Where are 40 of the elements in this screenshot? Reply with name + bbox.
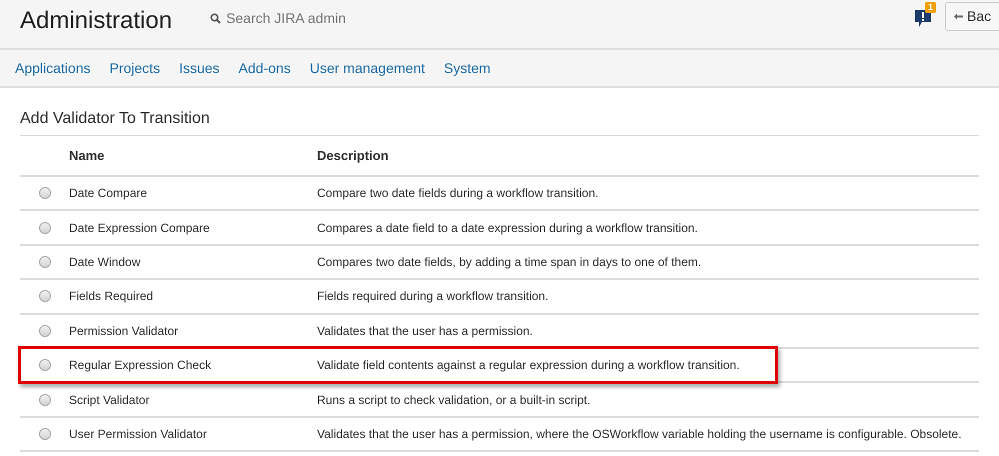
- radio-button[interactable]: [38, 428, 50, 440]
- validator-name: Date Expression Compare: [69, 220, 210, 235]
- validator-description: Compares two date fields, by adding a time span in days to one of them.: [317, 254, 702, 269]
- nav-link[interactable]: User management: [310, 58, 425, 78]
- radio-button[interactable]: [38, 256, 50, 268]
- validator-description: Validates that the user has a permission.: [317, 324, 533, 338]
- validator-description: Validates that the user has a permission, where the OSWorkflow variable holding the username is configurable. Obsolete.: [317, 426, 962, 441]
- nav-link[interactable]: Issues: [179, 58, 220, 78]
- back-button[interactable]: Bac: [945, 2, 999, 31]
- column-header: Name: [69, 148, 104, 163]
- validator-description: Fields required during a workflow transition.: [317, 289, 548, 304]
- column-header: Description: [317, 148, 389, 163]
- section-title: Add Validator To Transition: [20, 107, 979, 136]
- validator-description: Compares a date field to a date expression during a workflow transition.: [317, 220, 698, 235]
- nav-link[interactable]: System: [444, 58, 491, 78]
- radio-button[interactable]: [38, 394, 50, 406]
- validator-name: Date Compare: [69, 186, 148, 200]
- validator-description: Compare two date fields during a workflow transition.: [317, 186, 598, 200]
- validator-name: Script Validator: [69, 392, 150, 407]
- validator-description: Validate field contents against a regular expression during a workflow transition.: [317, 358, 740, 372]
- search-icon: [210, 12, 222, 24]
- radio-button[interactable]: [38, 290, 50, 302]
- nav-link[interactable]: Applications: [15, 58, 90, 78]
- nav-link[interactable]: Projects: [110, 58, 160, 78]
- feedback-icon: [915, 10, 931, 28]
- nav-link[interactable]: Add-ons: [238, 58, 291, 78]
- radio-button[interactable]: [38, 187, 50, 200]
- back-arrow-icon: [954, 13, 963, 20]
- validator-name: Permission Validator: [69, 324, 178, 338]
- page-heading: Administration: [20, 6, 172, 36]
- validator-description: Runs a script to check validation, or a built-in script.: [317, 392, 590, 407]
- radio-button[interactable]: [38, 324, 50, 337]
- validator-name: Fields Required: [69, 289, 154, 304]
- validator-name: Regular Expression Check: [69, 358, 212, 372]
- validator-name: Date Window: [69, 254, 140, 269]
- notification-badge: 1: [925, 2, 936, 13]
- radio-button[interactable]: [38, 222, 50, 234]
- radio-button[interactable]: [38, 359, 50, 372]
- search-field[interactable]: Search JIRA admin: [210, 8, 366, 28]
- validator-name: User Permission Validator: [69, 426, 207, 441]
